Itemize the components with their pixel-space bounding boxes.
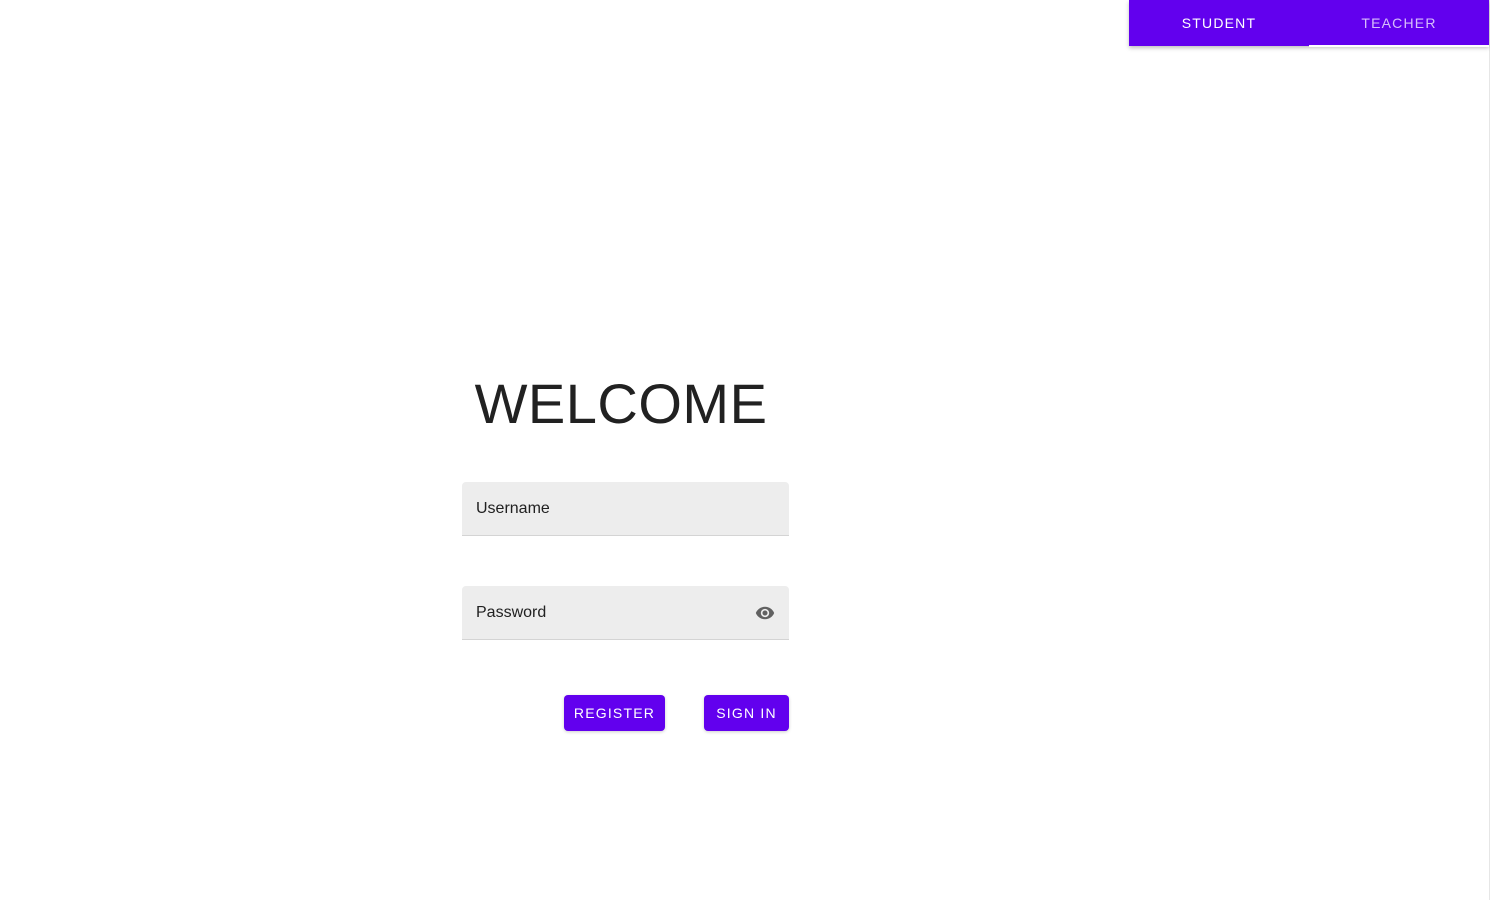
register-button[interactable]: REGISTER: [564, 695, 665, 731]
page-title: WELCOME: [474, 372, 768, 435]
password-input[interactable]: [476, 586, 736, 639]
tab-student-label: STUDENT: [1181, 15, 1257, 31]
sign-in-button[interactable]: SIGN IN: [704, 695, 789, 731]
role-tab-bar: STUDENT TEACHER: [1129, 0, 1489, 47]
eye-icon[interactable]: [753, 603, 777, 623]
tab-student[interactable]: STUDENT: [1129, 0, 1309, 46]
tab-teacher[interactable]: TEACHER: [1309, 0, 1489, 47]
tab-active-indicator: [1309, 45, 1489, 47]
tab-teacher-label: TEACHER: [1361, 15, 1437, 31]
password-field[interactable]: [462, 586, 789, 640]
username-input[interactable]: [476, 482, 736, 535]
username-field[interactable]: [462, 482, 789, 536]
login-page: STUDENT TEACHER WELCOME REGISTER SIGN IN: [0, 0, 1490, 900]
